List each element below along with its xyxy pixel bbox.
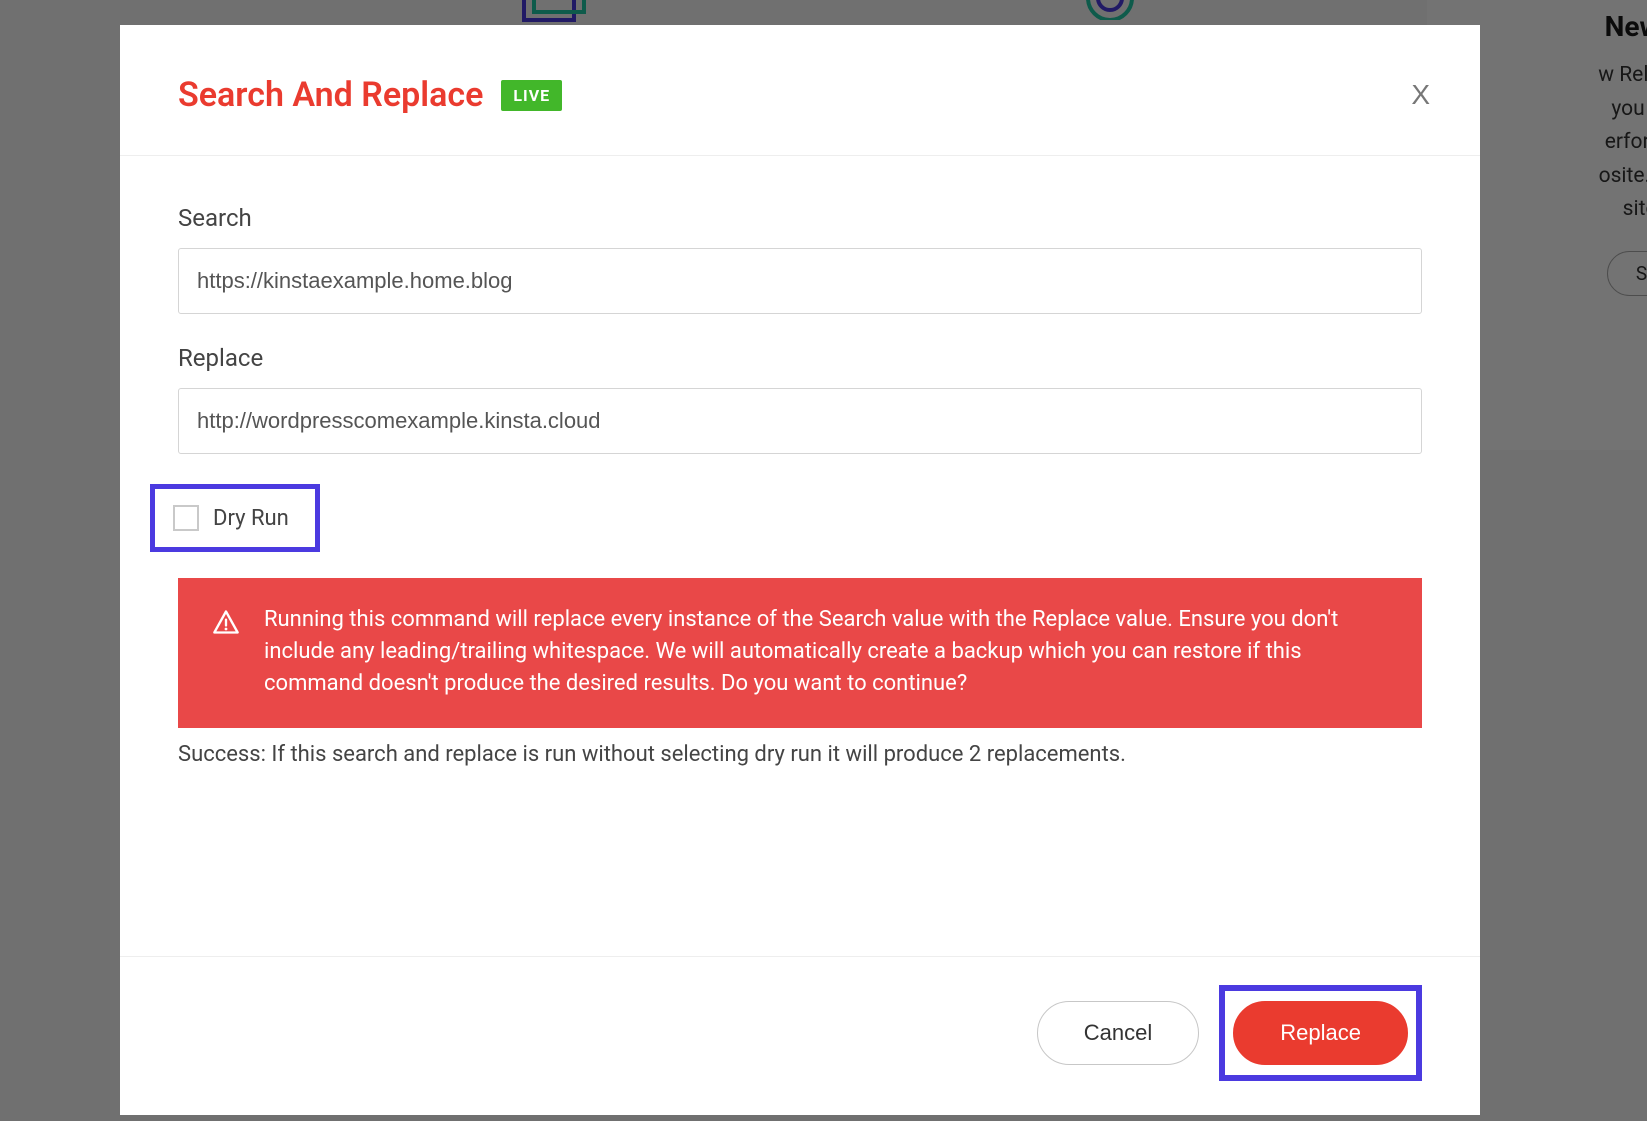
modal-footer: Cancel Replace (120, 956, 1480, 1115)
environment-badge: LIVE (501, 80, 562, 111)
search-replace-modal: Search And Replace LIVE X Search Replace… (120, 25, 1480, 1115)
dry-run-checkbox-row[interactable]: Dry Run (150, 484, 320, 552)
modal-header: Search And Replace LIVE X (120, 25, 1480, 156)
replace-input[interactable] (178, 388, 1422, 454)
replace-field-group: Replace (178, 344, 1422, 454)
search-field-group: Search (178, 204, 1422, 314)
modal-body: Search Replace Dry Run Running this comm… (120, 156, 1480, 787)
search-label: Search (178, 204, 1422, 232)
warning-icon (212, 608, 240, 640)
cancel-button[interactable]: Cancel (1037, 1001, 1199, 1065)
close-button[interactable]: X (1411, 81, 1430, 109)
warning-banner: Running this command will replace every … (178, 578, 1422, 728)
replace-label: Replace (178, 344, 1422, 372)
close-icon: X (1411, 79, 1430, 110)
replace-button-highlight: Replace (1219, 985, 1422, 1081)
dry-run-label: Dry Run (213, 506, 289, 531)
result-text: Success: If this search and replace is r… (178, 742, 1422, 767)
replace-button[interactable]: Replace (1233, 1001, 1408, 1065)
modal-title: Search And Replace (178, 75, 483, 115)
dry-run-checkbox[interactable] (173, 505, 199, 531)
warning-text: Running this command will replace every … (264, 604, 1388, 700)
search-input[interactable] (178, 248, 1422, 314)
